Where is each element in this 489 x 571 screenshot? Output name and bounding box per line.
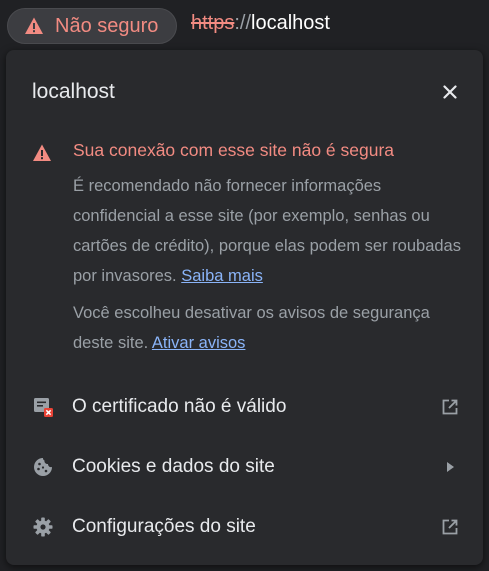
- warning-icon: [25, 17, 43, 34]
- url-scheme: https: [191, 12, 235, 34]
- warning-icon: [33, 144, 51, 161]
- certificate-error-icon: [32, 396, 54, 418]
- cookie-icon: [32, 456, 54, 478]
- warnings-disabled-text: Você escolheu desativar os avisos de seg…: [73, 304, 430, 352]
- url-host: localhost: [251, 12, 330, 34]
- address-bar: Não seguro https://localhost: [0, 0, 489, 52]
- cookies-row-label: Cookies e dados do site: [72, 456, 275, 477]
- warnings-disabled-note: Você escolheu desativar os avisos de seg…: [73, 298, 468, 358]
- close-icon: [443, 85, 457, 99]
- site-settings-row-label: Configurações do site: [72, 516, 256, 537]
- certificate-row[interactable]: O certificado não é válido: [6, 377, 483, 437]
- close-button[interactable]: [438, 80, 462, 104]
- gear-icon: [32, 516, 54, 538]
- external-link-icon: [440, 397, 460, 417]
- chevron-right-icon: [440, 457, 460, 477]
- site-settings-row[interactable]: Configurações do site: [6, 497, 483, 557]
- security-chip[interactable]: Não seguro: [7, 8, 177, 44]
- external-link-icon: [440, 517, 460, 537]
- popup-title: localhost: [32, 80, 115, 103]
- warning-body: É recomendado não fornecer informações c…: [73, 171, 468, 291]
- url-separator: ://: [234, 12, 252, 34]
- security-chip-label: Não seguro: [55, 14, 159, 37]
- url-field[interactable]: https://localhost: [191, 12, 330, 35]
- learn-more-link[interactable]: Saiba mais: [181, 267, 263, 285]
- certificate-row-label: O certificado não é válido: [72, 396, 287, 417]
- warning-body-text: É recomendado não fornecer informações c…: [73, 177, 461, 285]
- warning-heading: Sua conexão com esse site não é segura: [73, 140, 395, 160]
- site-info-popup: localhost Sua conexão com esse site não …: [6, 50, 483, 565]
- enable-warnings-link[interactable]: Ativar avisos: [152, 334, 246, 352]
- cookies-row[interactable]: Cookies e dados do site: [6, 437, 483, 497]
